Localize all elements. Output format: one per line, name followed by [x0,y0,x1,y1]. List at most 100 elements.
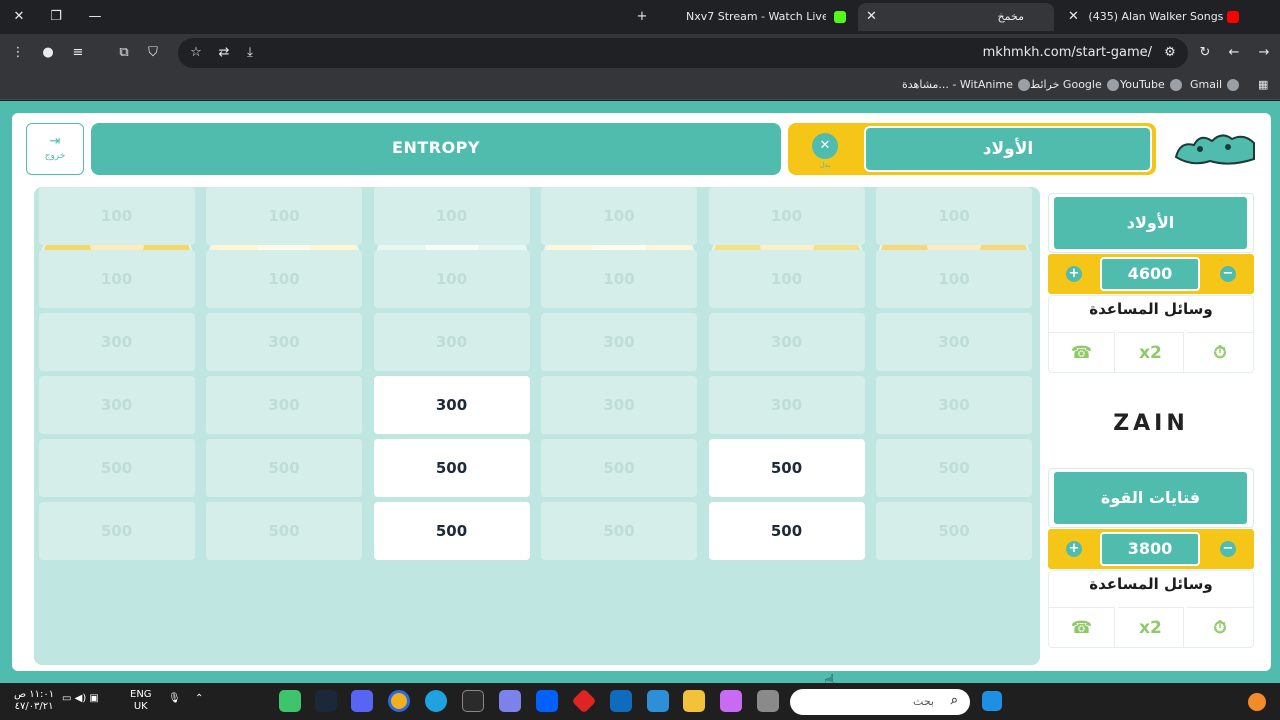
question-tile: 300 [876,376,1032,434]
bookmark-youtube[interactable]: YouTube [1120,78,1182,91]
url-text: mkhmkh.com/start-game/ [982,45,1152,60]
bookmark-google-maps[interactable]: خرائط Google [1030,78,1119,91]
category-column: كرة قدم عالمية100100300300500500 [370,187,534,665]
bookmark-label: مشاهدة... - WitAnime [902,78,1013,91]
discord-icon[interactable] [351,690,373,712]
extension-avatar-icon[interactable]: ● [38,43,58,63]
outlook-icon[interactable] [610,690,632,712]
teams-icon[interactable] [499,690,521,712]
edge-icon[interactable] [425,690,447,712]
close-window-button[interactable]: ✕ [8,7,30,27]
site-settings-icon[interactable]: ⚙ [1160,43,1180,63]
steam-icon[interactable] [315,690,337,712]
app-icon[interactable] [279,690,301,712]
question-tile: 500 [206,439,362,497]
game-title-banner: ENTROPY [91,123,781,175]
tab-kick-stream[interactable]: Nxv7 Stream - Watch Live on Ki [676,3,858,31]
tab-title: مخمخ [997,10,1024,23]
double-points-aid-icon[interactable]: x2 [1118,607,1184,647]
tab-title: (435) Alan Walker Songs Pla [1088,10,1224,23]
translate-icon[interactable]: ⇄ [214,43,234,63]
epic-games-icon[interactable] [462,690,484,712]
question-tile[interactable]: 500 [373,439,530,497]
question-tile: 100 [541,187,697,245]
reload-icon[interactable]: ↻ [1195,43,1215,63]
sponsor-logo: ZAIN [1113,411,1189,436]
system-tray-icons[interactable]: ▭ ◀) ▣ [62,693,99,705]
copilot-icon[interactable] [720,690,742,712]
address-bar[interactable]: ☆ ⇄ ⤓ mkhmkh.com/start-game/ ⚙ [178,38,1188,68]
aids-title: وسائل المساعدة [1089,575,1213,593]
question-tile[interactable]: 500 [708,439,865,497]
current-team-name: الأولاد [864,126,1152,172]
team-2-minus-button[interactable]: − [1220,541,1236,557]
team-2-score-bar: + 3800 − [1048,529,1254,569]
call-friend-aid-icon[interactable]: ☎ [1049,332,1115,372]
bookmark-witanime[interactable]: مشاهدة... - WitAnime [902,78,1030,91]
question-tile: 300 [38,376,195,434]
reading-list-icon[interactable]: ≡ [68,43,88,63]
tab-close-icon[interactable]: ✕ [866,3,877,31]
globe-icon [1106,79,1119,91]
timer-aid-icon[interactable]: ⏱ [1187,332,1253,372]
clock[interactable]: ١١:٠١ ص ٤٧/٠٣/٢١ [14,689,54,713]
question-tile[interactable]: 500 [708,502,865,560]
star-icon[interactable]: ☆ [186,43,206,63]
question-tile: 500 [206,502,362,560]
file-explorer-icon[interactable] [683,690,705,712]
timer-aid-icon[interactable]: ⏱ [1187,607,1253,647]
category-column: حروف مبعثرة100100300300500500 [537,187,701,665]
game-page: ⇥ خروج ENTROPY ✕ بدل الأولاد فريق POWR10… [0,101,1280,692]
dropbox-icon[interactable] [536,690,558,712]
chrome-icon[interactable] [388,690,410,712]
switch-turn-button[interactable]: ✕ [812,133,838,159]
exit-button[interactable]: ⇥ خروج [26,123,84,175]
question-tile[interactable]: 500 [373,502,530,560]
bookmark-label: YouTube [1120,78,1165,91]
bookmark-label: Gmail [1190,78,1223,91]
anydesk-icon[interactable] [571,688,597,714]
category-column: فريق POWR100100300300500500 [872,187,1036,665]
team-1-minus-button[interactable]: − [1220,266,1236,282]
team-2-plus-button[interactable]: + [1066,541,1082,557]
chevron-up-icon[interactable]: ⌃ [195,693,203,705]
install-icon[interactable]: ⤓ [240,43,260,63]
forward-icon[interactable]: → [1254,43,1274,63]
tab-close-icon[interactable]: ✕ [1068,9,1079,24]
back-icon[interactable]: ← [1224,43,1244,63]
taskbar-search[interactable]: بحث ⌕ [790,689,970,715]
team-1-score-bar: + 4600 − [1048,254,1254,294]
team-1-plus-button[interactable]: + [1066,266,1082,282]
team-1-card: الأولاد [1048,193,1254,253]
minimize-window-button[interactable]: — [84,7,106,27]
menu-icon[interactable]: ⋮ [8,43,28,63]
windows-start-icon[interactable] [982,691,1002,711]
globe-icon [1227,79,1240,91]
call-friend-aid-icon[interactable]: ☎ [1049,607,1115,647]
language-indicator[interactable]: ENG UK [130,689,152,713]
exit-icon: ⇥ [49,134,61,149]
turn-indicator: ✕ بدل الأولاد [788,123,1156,175]
extensions-icon[interactable]: ⧉ [114,43,134,63]
double-points-aid-icon[interactable]: x2 [1118,332,1184,372]
team-1-aids: وسائل المساعدة ⏱ x2 ☎ [1048,295,1254,373]
category-column: انمي عام100100300300500500 [705,187,869,665]
new-tab-button[interactable]: + [631,7,653,27]
question-tile: 500 [38,502,195,560]
region-code: UK [133,701,148,712]
tab-mkhmkh[interactable]: ✕ مخمخ [858,3,1054,31]
notification-icon[interactable] [1248,693,1266,711]
microphone-icon[interactable]: 🎙 [168,693,181,705]
apps-icon[interactable]: ▦ [1258,78,1268,91]
restore-window-button[interactable]: ❐ [45,7,67,27]
bookmark-gmail[interactable]: Gmail [1190,78,1240,91]
shield-icon[interactable]: ⛉ [143,43,163,63]
question-tile: 300 [541,376,697,434]
question-tile[interactable]: 300 [373,376,530,434]
tab-title: Nxv7 Stream - Watch Live on Ki [686,10,826,23]
store-icon[interactable] [647,690,669,712]
tab-youtube[interactable]: ✕ (435) Alan Walker Songs Pla [1058,3,1258,31]
question-tile: 100 [206,187,362,245]
game-board: فريق POWR100100300300500500انمي عام10010… [34,187,1040,665]
app-icon[interactable] [757,690,779,712]
